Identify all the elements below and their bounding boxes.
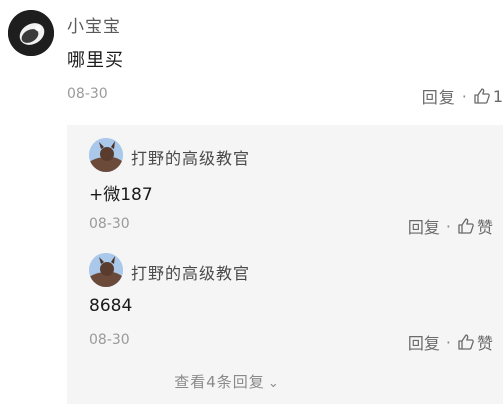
- comment-date: 08-30: [67, 86, 108, 102]
- reply-date: 08-30: [89, 216, 130, 232]
- reply-actions: 回复 · 赞: [408, 214, 493, 238]
- like-button[interactable]: 赞: [477, 214, 493, 238]
- comment-thread: 小宝宝 哪里买 08-30 回复 · 1 打野的高级教官 +微187 08-30…: [0, 0, 503, 404]
- reply-avatar[interactable]: [89, 138, 123, 172]
- view-more-label: 查看4条回复: [174, 373, 265, 391]
- profile-avatar-icon: [89, 138, 123, 172]
- comment-username[interactable]: 小宝宝: [67, 12, 121, 37]
- thumbs-up-icon[interactable]: [473, 87, 491, 105]
- user-avatar[interactable]: [8, 10, 54, 56]
- comment-text: 哪里买: [67, 50, 124, 71]
- reply-text: 8684: [89, 296, 133, 316]
- profile-avatar-icon: [8, 10, 54, 56]
- separator: ·: [445, 216, 451, 236]
- thumbs-up-icon[interactable]: [457, 333, 475, 351]
- like-button[interactable]: 赞: [477, 330, 493, 354]
- reply-avatar[interactable]: [89, 253, 123, 287]
- chevron-down-icon: ⌄: [267, 376, 280, 391]
- reply-username[interactable]: 打野的高级教官: [131, 260, 250, 284]
- reply-actions: 回复 · 赞: [408, 330, 493, 354]
- reply-text: +微187: [89, 185, 153, 205]
- view-more-replies-button[interactable]: 查看4条回复 ⌄: [67, 371, 387, 392]
- comment-actions: 回复 · 1: [422, 84, 503, 108]
- reply-button[interactable]: 回复: [408, 330, 440, 354]
- reply-username[interactable]: 打野的高级教官: [131, 145, 250, 169]
- separator: ·: [461, 86, 467, 106]
- replies-panel: 打野的高级教官 +微187 08-30 回复 · 赞 打野的高级教官 8684 …: [67, 125, 503, 404]
- reply-button[interactable]: 回复: [408, 214, 440, 238]
- like-count: 1: [492, 86, 503, 106]
- profile-avatar-icon: [89, 253, 123, 287]
- reply-button[interactable]: 回复: [422, 84, 456, 108]
- reply-date: 08-30: [89, 332, 130, 348]
- separator: ·: [445, 332, 451, 352]
- thumbs-up-icon[interactable]: [457, 217, 475, 235]
